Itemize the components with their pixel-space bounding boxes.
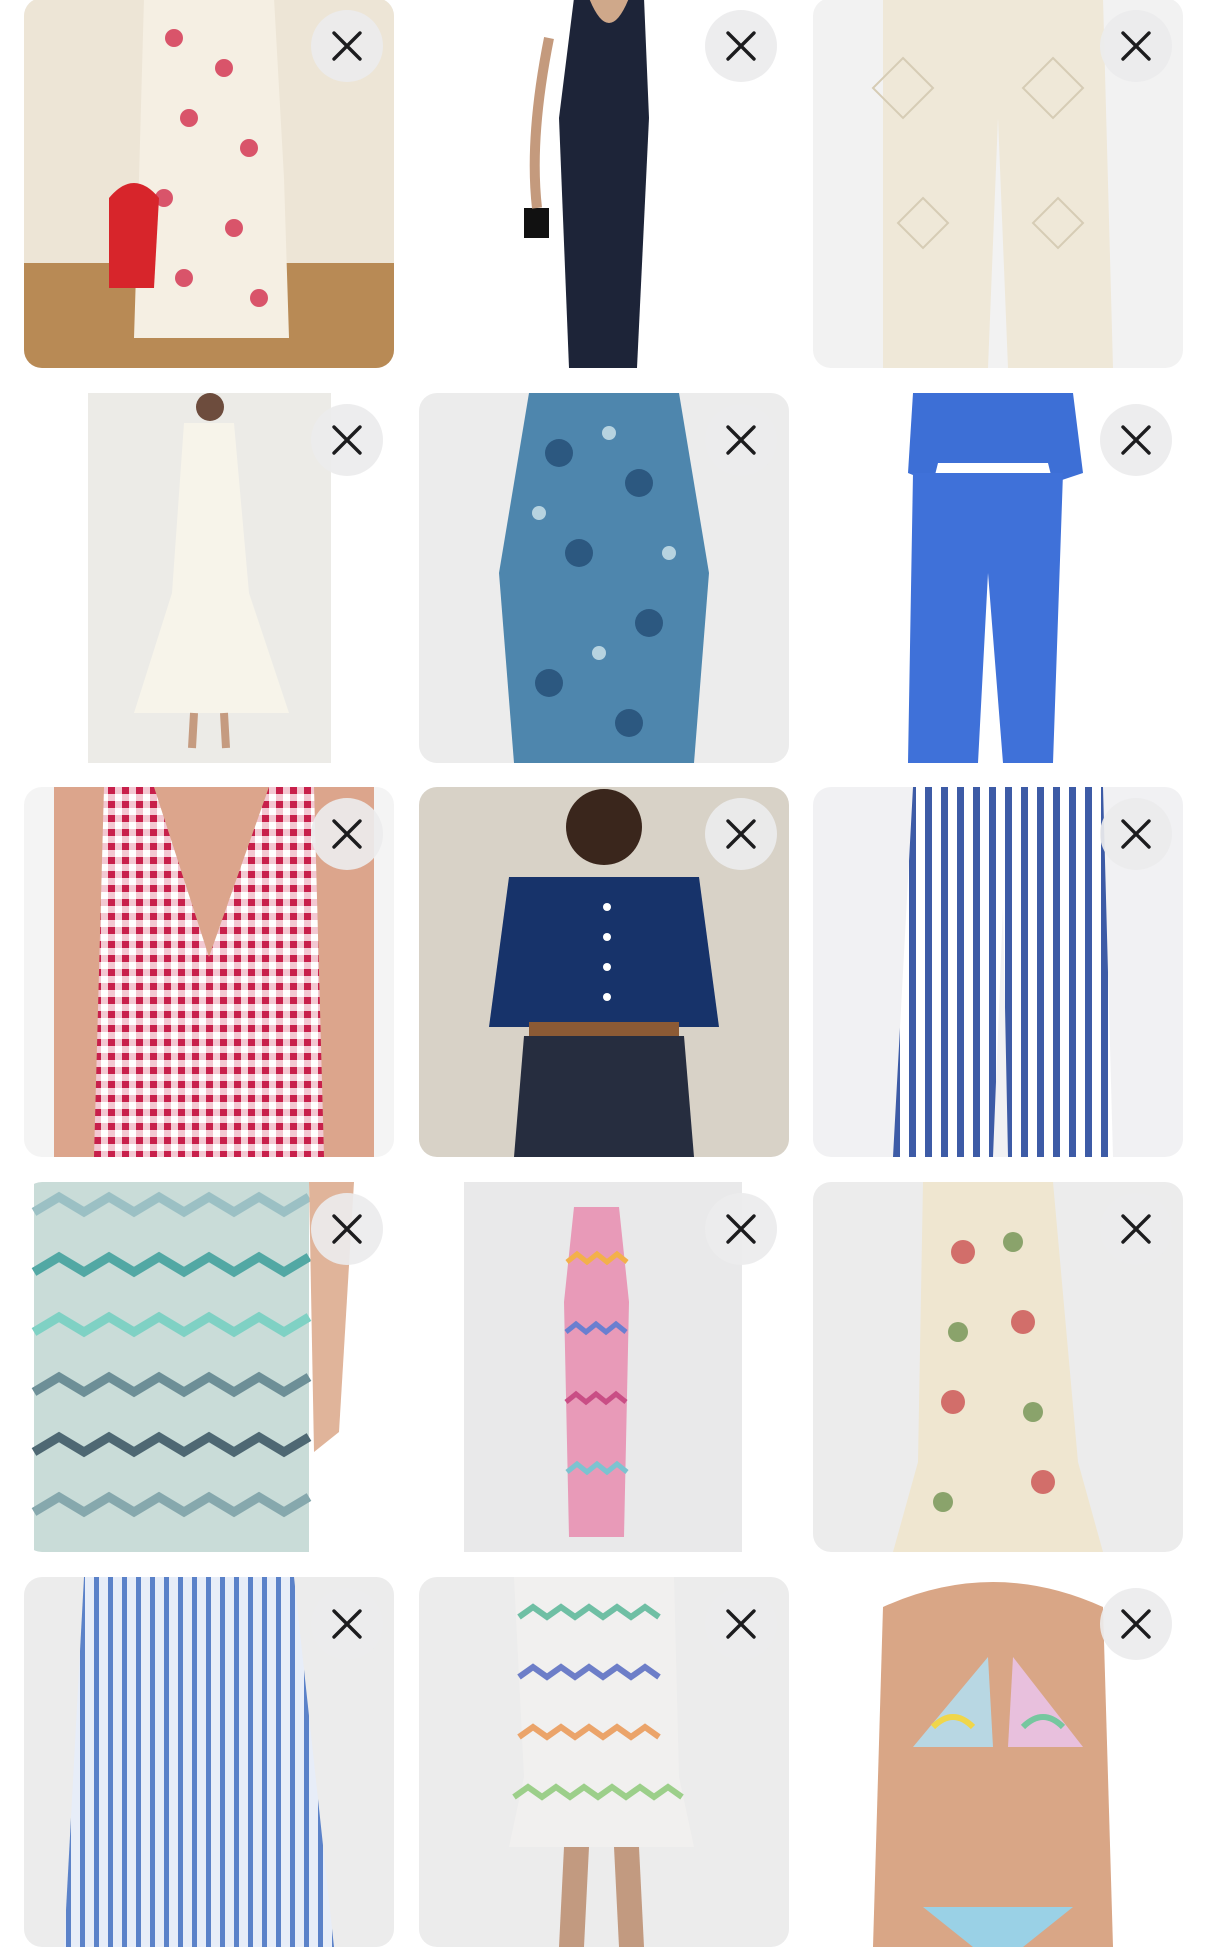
remove-button-striped-maxi-skirt[interactable] [311,1588,383,1660]
remove-button-zigzag-knit-skirt[interactable] [311,1193,383,1265]
close-icon [1121,1214,1151,1244]
wishlist-grid [0,0,1206,1949]
remove-button-zigzag-maxi-dress[interactable] [705,1193,777,1265]
remove-button-striped-pants[interactable] [1100,798,1172,870]
remove-button-crochet-pants[interactable] [1100,10,1172,82]
close-icon [1121,425,1151,455]
remove-button-blue-linen-set[interactable] [1100,404,1172,476]
remove-button-navy-maxi-dress[interactable] [705,10,777,82]
remove-button-denim-shirt-shorts[interactable] [705,798,777,870]
close-icon [332,1214,362,1244]
close-icon [726,1214,756,1244]
remove-button-blue-paisley-dress[interactable] [705,404,777,476]
remove-button-white-halter-dress[interactable] [311,404,383,476]
close-icon [332,425,362,455]
close-icon [726,425,756,455]
close-icon [726,819,756,849]
close-icon [332,819,362,849]
close-icon [332,31,362,61]
remove-button-paisley-ruffle-dress[interactable] [1100,1193,1172,1265]
close-icon [1121,31,1151,61]
remove-button-swirl-bikini[interactable] [1100,1588,1172,1660]
remove-button-floral-jumpsuit[interactable] [311,10,383,82]
close-icon [332,1609,362,1639]
close-icon [726,31,756,61]
close-icon [1121,1609,1151,1639]
close-icon [1121,819,1151,849]
close-icon [726,1609,756,1639]
remove-button-zigzag-mini-dress[interactable] [705,1588,777,1660]
remove-button-gingham-swimsuit[interactable] [311,798,383,870]
